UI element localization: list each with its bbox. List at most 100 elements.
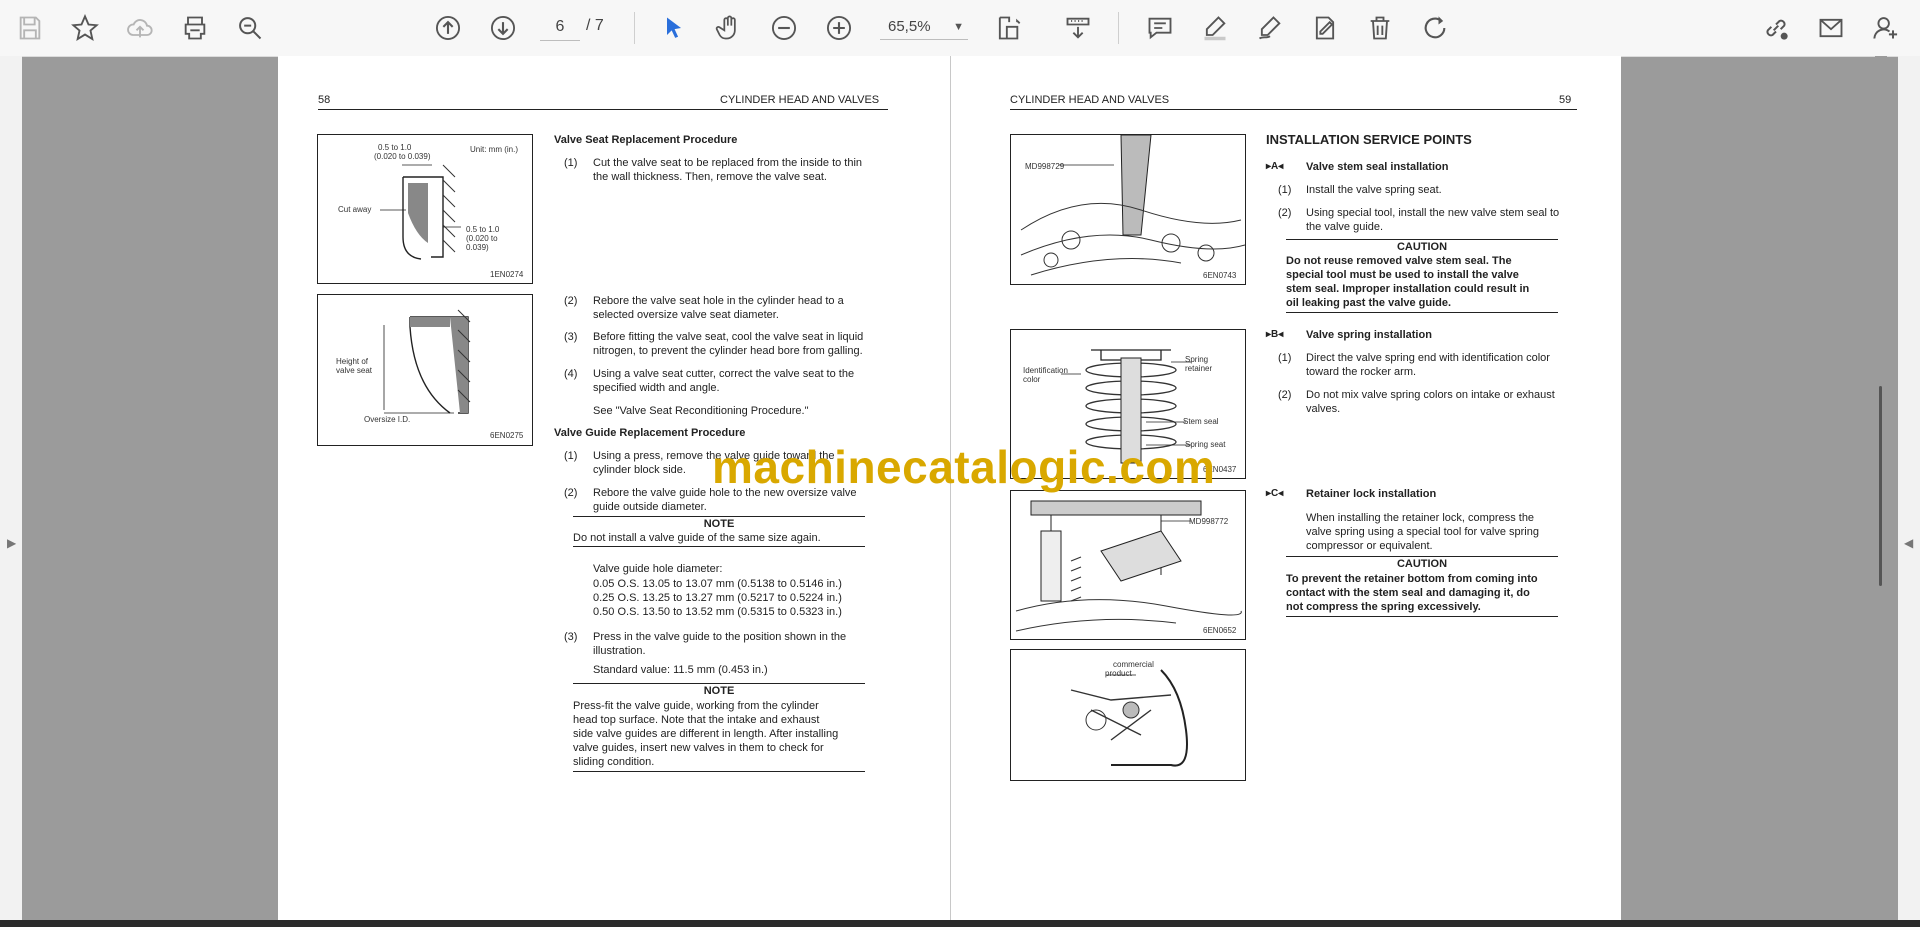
figure-label: product <box>1105 669 1132 678</box>
step-number: (1) <box>564 450 578 462</box>
tool-number: MD998772 <box>1189 517 1229 526</box>
page-number: 59 <box>1559 94 1572 106</box>
toolbar-divider <box>1118 12 1119 44</box>
header-rule <box>318 109 888 110</box>
figure-label: Cut away <box>338 205 372 214</box>
rotate-icon[interactable] <box>1417 10 1453 46</box>
select-cursor-icon[interactable] <box>656 10 692 46</box>
figure-valve-seat-height: Height of valve seat Oversize I.D. 6EN02… <box>317 294 533 446</box>
spec-line: 0.25 O.S. 13.25 to 13.27 mm (0.5217 to 0… <box>593 592 842 604</box>
step-text: Rebore the valve seat hole in the cylind… <box>593 295 844 307</box>
draw-pen-icon[interactable] <box>1252 10 1288 46</box>
step-number: (3) <box>564 331 578 343</box>
note-rule <box>573 546 865 547</box>
watermark: machinecatalogic.com <box>712 441 1216 493</box>
add-user-icon[interactable] <box>1868 10 1904 46</box>
step-marker: ▸B◂ <box>1266 329 1284 340</box>
step-text: Before fitting the valve seat, cool the … <box>593 331 864 343</box>
highlight-pen-icon[interactable] <box>1197 10 1233 46</box>
toolbar: 6 / 7 65,5% ▼ <box>0 0 1920 57</box>
section-title: Valve Seat Replacement Procedure <box>554 134 738 146</box>
note-title: NOTE <box>703 518 735 530</box>
subsection-title: Valve spring installation <box>1306 329 1432 341</box>
step-text: compressor or equivalent. <box>1306 540 1433 552</box>
page-up-icon[interactable] <box>430 10 466 46</box>
step-text: illustration. <box>593 645 646 657</box>
caution-rule <box>1286 312 1558 313</box>
caution-text: not compress the spring excessively. <box>1286 601 1481 613</box>
zoom-out-icon[interactable] <box>766 10 802 46</box>
hand-pan-icon[interactable] <box>711 10 747 46</box>
caution-title: CAUTION <box>1396 558 1448 570</box>
figure-label: Height of <box>336 357 369 366</box>
save-icon[interactable] <box>12 10 48 46</box>
figure-label: 0.039) <box>466 243 489 252</box>
figure-code: 6EN0652 <box>1203 626 1237 635</box>
step-text: Install the valve spring seat. <box>1306 184 1442 196</box>
bookmark-star-icon[interactable] <box>67 10 103 46</box>
note-text: sliding condition. <box>573 756 655 768</box>
step-number: (1) <box>564 157 578 169</box>
right-panel-toggle[interactable]: ◀ <box>1898 56 1920 920</box>
figure-valve-seat-cutaway: 0.5 to 1.0 (0.020 to 0.039) Unit: mm (in… <box>317 134 533 284</box>
figure-label: retainer <box>1185 364 1213 373</box>
comment-icon[interactable] <box>1142 10 1178 46</box>
delete-trash-icon[interactable] <box>1362 10 1398 46</box>
caution-text: To prevent the retainer bottom from comi… <box>1286 573 1538 585</box>
step-number: (2) <box>564 295 578 307</box>
scroll-mode-icon[interactable] <box>1060 10 1096 46</box>
figure-label: Oversize I.D. <box>364 415 411 424</box>
step-text: nitrogen, to prevent the cylinder head b… <box>593 345 863 357</box>
zoom-select[interactable]: 65,5% ▼ <box>880 14 968 40</box>
page-header: CYLINDER HEAD AND VALVES <box>1010 94 1170 106</box>
section-title: INSTALLATION SERVICE POINTS <box>1266 132 1472 147</box>
page-down-icon[interactable] <box>485 10 521 46</box>
note-title: NOTE <box>703 685 735 697</box>
chevron-right-icon: ▶ <box>7 536 17 550</box>
left-panel-toggle[interactable]: ▶ <box>0 56 22 920</box>
step-text: When installing the retainer lock, compr… <box>1306 512 1535 524</box>
figure-label: color <box>1023 375 1041 384</box>
upload-cloud-icon[interactable] <box>122 10 158 46</box>
note-text: valve guides, insert new valves in them … <box>573 742 824 754</box>
spec-line: 0.50 O.S. 13.50 to 13.52 mm (0.5315 to 0… <box>593 606 842 618</box>
caution-text: Do not reuse removed valve stem seal. Th… <box>1286 255 1512 267</box>
page-header: CYLINDER HEAD AND VALVES <box>720 94 880 106</box>
fit-page-icon[interactable] <box>990 10 1026 46</box>
scrollbar-thumb[interactable] <box>1879 386 1882 586</box>
figure-code: 6EN0275 <box>490 431 524 440</box>
figure-label: Stem seal <box>1183 417 1219 426</box>
toolbar-divider <box>634 12 635 44</box>
step-text: Using a valve seat cutter, correct the v… <box>593 368 855 380</box>
step-text: toward the rocker arm. <box>1306 366 1417 378</box>
zoom-in-icon[interactable] <box>821 10 857 46</box>
subsection-title: Valve stem seal installation <box>1306 161 1449 173</box>
step-number: (2) <box>1278 207 1292 219</box>
step-text: Using special tool, install the new valv… <box>1306 207 1560 219</box>
step-text: cylinder block side. <box>593 464 686 476</box>
step-text: Do not mix valve spring colors on intake… <box>1306 389 1555 401</box>
figure-spring-compressor: MD998772 6EN0652 <box>1010 490 1246 640</box>
step-number: (4) <box>564 368 578 380</box>
caution-text: stem seal. Improper installation could r… <box>1286 283 1530 295</box>
vertical-scrollbar[interactable] <box>1875 56 1887 920</box>
figure-label: valve seat <box>336 366 373 375</box>
step-number: (1) <box>1278 184 1292 196</box>
spec-line: 0.05 O.S. 13.05 to 13.07 mm (0.5138 to 0… <box>593 578 842 590</box>
step-number: (2) <box>1278 389 1292 401</box>
print-icon[interactable] <box>177 10 213 46</box>
email-icon[interactable] <box>1813 10 1849 46</box>
figure-label: (0.020 to <box>466 234 498 243</box>
zoom-search-icon[interactable] <box>232 10 268 46</box>
step-marker: ▸C◂ <box>1266 488 1284 499</box>
figure-label: commercial <box>1113 660 1154 669</box>
share-link-icon[interactable] <box>1758 10 1794 46</box>
page-number-input[interactable]: 6 <box>540 14 580 41</box>
step-text: selected oversize valve seat diameter. <box>593 309 779 321</box>
step-text: the wall thickness. Then, remove the val… <box>593 171 827 183</box>
figure-code: 1EN0274 <box>490 270 524 279</box>
step-text: Press in the valve guide to the position… <box>593 631 847 643</box>
stamp-icon[interactable] <box>1307 10 1343 46</box>
step-text: valves. <box>1306 403 1341 415</box>
figure-label: Identification <box>1023 366 1068 375</box>
